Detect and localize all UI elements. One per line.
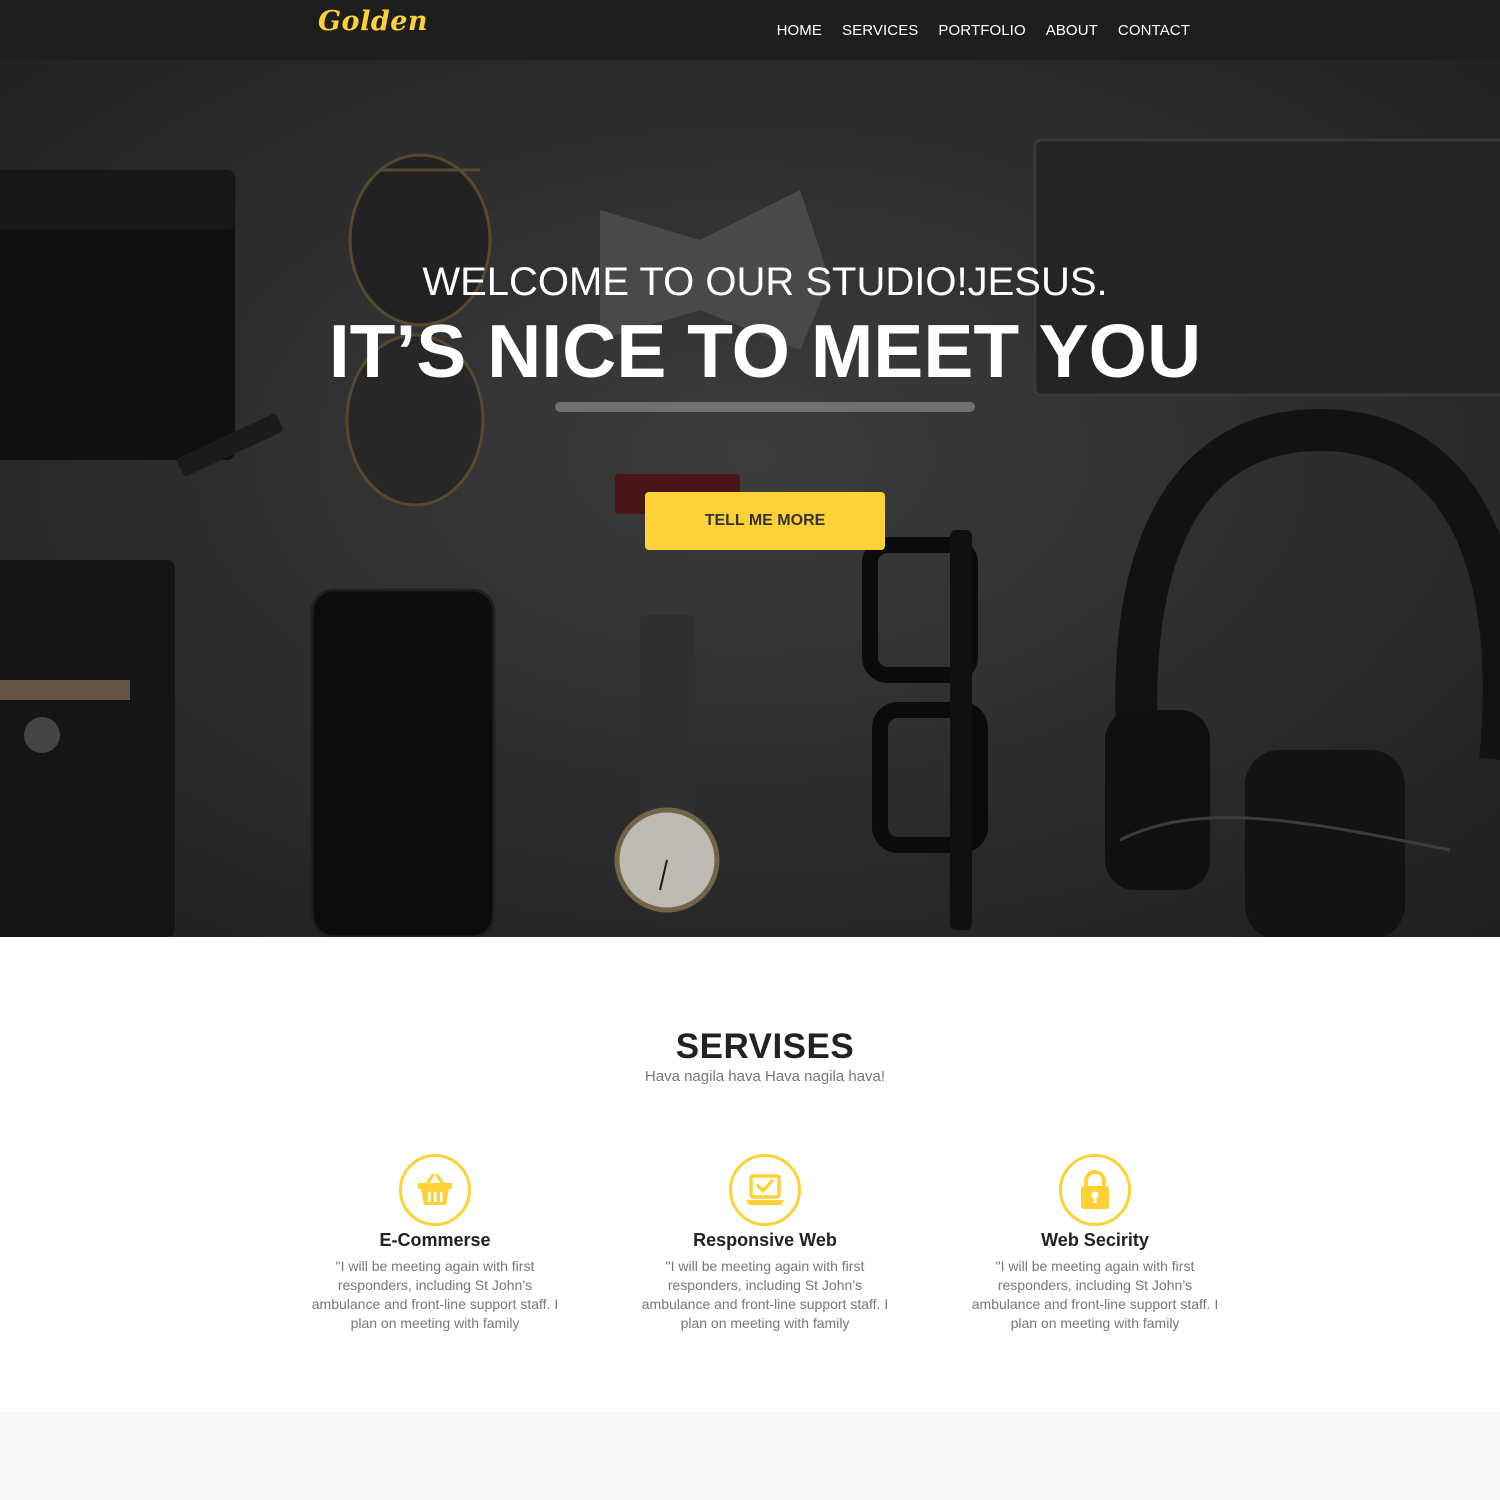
nav-link-services[interactable]: SERVICES	[842, 22, 918, 39]
nav-link-contact[interactable]: CONTACT	[1118, 22, 1190, 39]
service-description: "I will be meeting again with first resp…	[971, 1258, 1219, 1331]
lock-icon	[1059, 1154, 1131, 1226]
service-title: E-Commerse	[379, 1230, 491, 1250]
navbar: Golden HOME SERVICES PORTFOLIO ABOUT CON…	[0, 0, 1500, 60]
nav-links: HOME SERVICES PORTFOLIO ABOUT CONTACT	[757, 0, 1190, 60]
service-web-security: Web Secirity "I will be meeting again wi…	[965, 1154, 1225, 1333]
hero-subheading: WELCOME TO OUR STUDIO!JESUS.	[422, 260, 1108, 304]
services-title: SERVISES	[675, 1027, 855, 1066]
next-section	[0, 1412, 1500, 1500]
service-ecommerce: E-Commerse "I will be meeting again with…	[305, 1154, 565, 1333]
laptop-check-icon	[729, 1154, 801, 1226]
hero-section: WELCOME TO OUR STUDIO!JESUS. IT’S NICE T…	[0, 60, 1500, 937]
service-description: "I will be meeting again with first resp…	[641, 1258, 889, 1331]
nav-link-home[interactable]: HOME	[777, 22, 822, 39]
service-title: Web Secirity	[1041, 1230, 1149, 1250]
nav-link-portfolio[interactable]: PORTFOLIO	[938, 22, 1025, 39]
nav-link-about[interactable]: ABOUT	[1046, 22, 1098, 39]
hero-heading: IT’S NICE TO MEET YOU	[328, 309, 1202, 393]
service-description: "I will be meeting again with first resp…	[311, 1258, 559, 1331]
services-subtitle: Hava nagila hava Hava nagila hava!	[644, 1068, 886, 1085]
shopping-basket-icon	[399, 1154, 471, 1226]
service-title: Responsive Web	[693, 1230, 837, 1250]
service-responsive-web: Responsive Web "I will be meeting again …	[635, 1154, 895, 1333]
brand-logo[interactable]: Golden	[318, 6, 428, 37]
tell-me-more-button[interactable]: TELL ME MORE	[645, 492, 885, 550]
